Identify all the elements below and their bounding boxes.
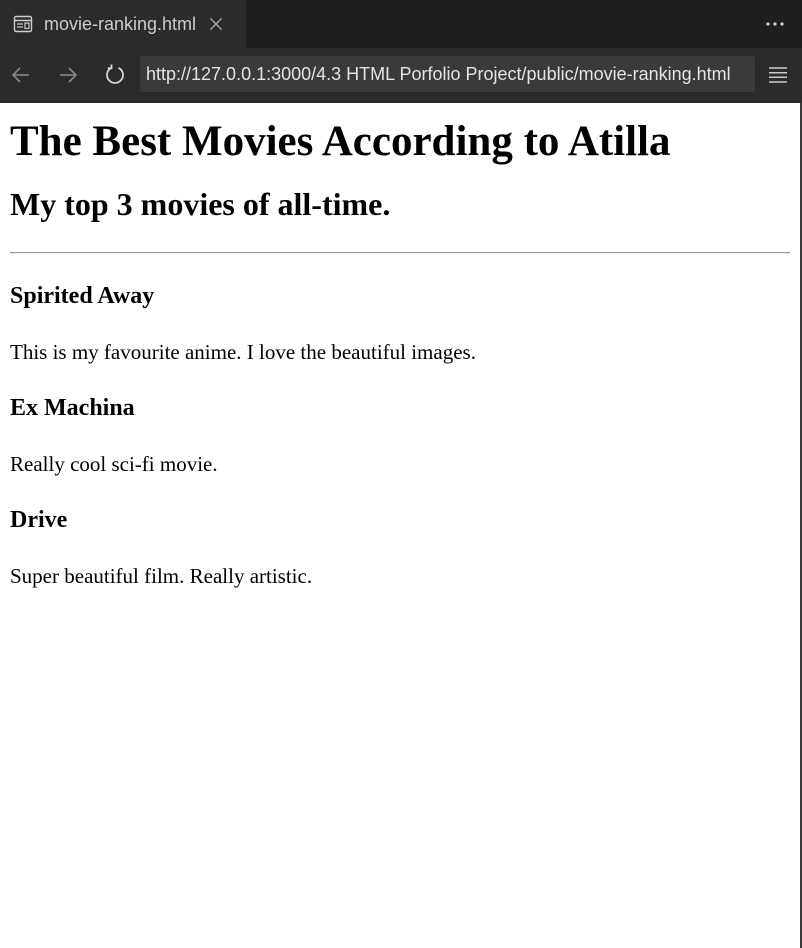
divider: [10, 252, 790, 254]
page-subtitle: My top 3 movies of all-time.: [10, 186, 391, 222]
hamburger-menu-icon[interactable]: [766, 62, 790, 88]
navigation-bar: [0, 48, 802, 103]
movie-title: Drive: [10, 507, 68, 533]
movie-description: Really cool sci-fi movie.: [10, 452, 218, 476]
tab-bar: movie-ranking.html: [0, 0, 802, 48]
url-input[interactable]: [146, 63, 755, 85]
preview-page-icon: [13, 14, 33, 34]
arrow-left-icon[interactable]: [8, 62, 34, 88]
movie-description: This is my favourite anime. I love the b…: [10, 340, 476, 364]
movie-title: Spirited Away: [10, 283, 155, 309]
ellipsis-icon[interactable]: [762, 12, 788, 36]
arrow-right-icon[interactable]: [55, 62, 81, 88]
page-viewport: The Best Movies According to Atilla My t…: [0, 103, 800, 948]
movie-description: Super beautiful film. Really artistic.: [10, 564, 313, 588]
address-bar[interactable]: [140, 56, 755, 92]
page-title: The Best Movies According to Atilla: [10, 118, 671, 165]
movie-title: Ex Machina: [10, 395, 135, 421]
tab-movie-ranking[interactable]: movie-ranking.html: [0, 0, 246, 48]
tab-label: movie-ranking.html: [44, 13, 197, 34]
reload-icon[interactable]: [102, 62, 128, 88]
close-icon[interactable]: [206, 14, 226, 34]
